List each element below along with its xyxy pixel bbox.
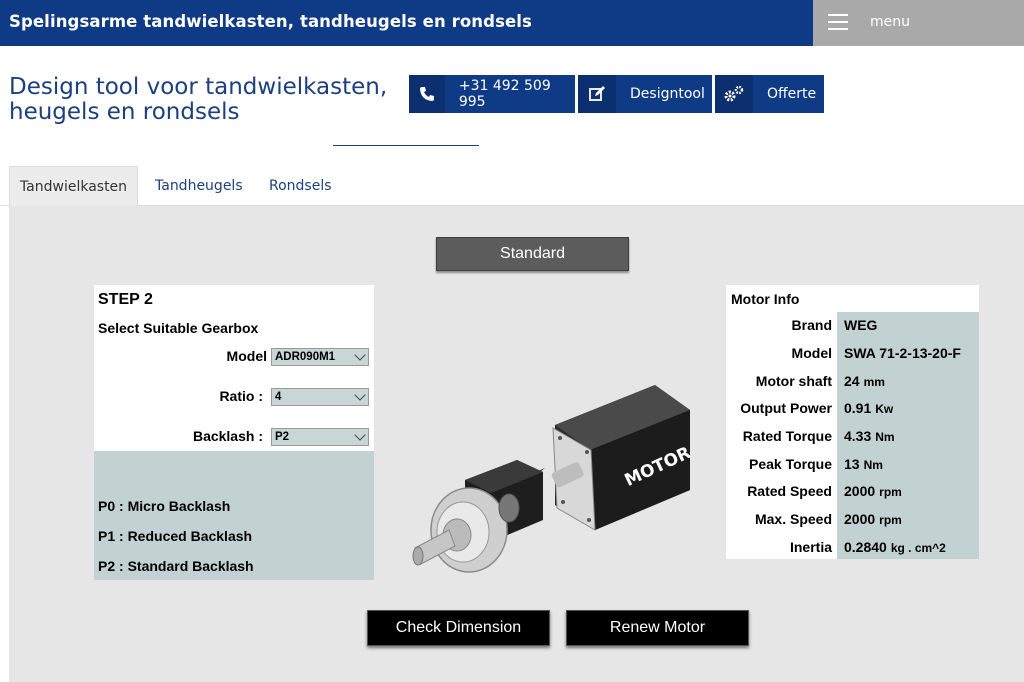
top-bar: Spelingsarme tandwielkasten, tandheugels…	[0, 0, 1024, 46]
model-label: Model	[226, 348, 267, 364]
hamburger-icon	[828, 14, 848, 30]
motor-info-unit: rpm	[879, 485, 902, 499]
backlash-label: Backlash :	[192, 428, 263, 444]
backlash-select-value: P2	[275, 431, 290, 443]
standard-button[interactable]: Standard	[436, 237, 629, 271]
chevron-down-icon	[354, 349, 366, 361]
tab-tandwielkasten[interactable]: Tandwielkasten	[9, 166, 138, 206]
ratio-label: Ratio :	[219, 388, 263, 404]
gearbox-motor-illustration: MOTOR	[405, 380, 705, 585]
motor-info-unit: Nm	[875, 430, 895, 444]
menu-label: menu	[870, 14, 910, 30]
page-title: Design tool voor tandwielkasten, heugels…	[9, 74, 388, 125]
offerte-label: Offerte	[767, 86, 817, 102]
chevron-down-icon	[354, 429, 366, 441]
motor-info-key: Max. Speed	[754, 511, 832, 527]
motor-info-value: 0.2840	[844, 539, 887, 555]
motor-info-key: Peak Torque	[749, 456, 832, 472]
motor-info-unit: Kw	[875, 402, 894, 416]
motor-info-row: Inertia 0.2840 kg . cm^2	[726, 534, 979, 561]
motor-info-key: Model	[791, 345, 832, 361]
step-subtitle: Select Suitable Gearbox	[98, 320, 259, 336]
motor-info-row: Rated Torque 4.33 Nm	[726, 423, 979, 450]
motor-info-value: 0.91	[844, 400, 872, 416]
tab-bar: Tandwielkasten Tandheugels Rondsels	[0, 166, 1024, 206]
step-title: STEP 2	[98, 291, 153, 308]
model-select-value: ADR090M1	[275, 351, 336, 363]
offerte-button[interactable]: Offerte	[715, 75, 824, 113]
motor-info-value: SWA 71-2-13-20-F	[844, 345, 961, 361]
model-select[interactable]: ADR090M1	[271, 348, 369, 366]
designtool-label: Designtool	[630, 86, 705, 102]
edit-icon	[578, 75, 616, 113]
renew-motor-button[interactable]: Renew Motor	[566, 610, 749, 646]
phone-icon	[409, 75, 445, 113]
motor-info-header: Motor Info	[731, 291, 800, 307]
motor-info-row: Brand WEG	[726, 312, 979, 339]
title-underline	[333, 145, 479, 146]
menu-button[interactable]: menu	[813, 0, 1024, 46]
motor-info-value: 13	[844, 456, 860, 472]
motor-info-row: Max. Speed 2000 rpm	[726, 506, 979, 533]
phone-label: +31 492 509 995	[458, 78, 551, 110]
chevron-down-icon	[354, 389, 366, 401]
check-dimension-button[interactable]: Check Dimension	[367, 610, 550, 646]
motor-info-value: 2000	[844, 483, 876, 499]
motor-info-table: Motor Info Brand WEG Model SWA 71-2-13-2…	[726, 285, 979, 559]
motor-info-key: Rated Speed	[747, 483, 832, 499]
phone-button[interactable]: +31 492 509 995	[409, 75, 575, 113]
motor-info-row: Peak Torque 13 Nm	[726, 451, 979, 478]
motor-info-unit: kg . cm^2	[890, 541, 946, 555]
motor-info-row: Output Power 0.91 Kw	[726, 395, 979, 422]
motor-info-value: 24	[844, 373, 860, 389]
motor-info-key: Motor shaft	[755, 373, 832, 389]
motor-info-unit: rpm	[879, 513, 902, 527]
motor-info-key: Rated Torque	[742, 428, 832, 444]
legend-p2: P2 : Standard Backlash	[98, 558, 254, 574]
motor-info-row: Rated Speed 2000 rpm	[726, 478, 979, 505]
ratio-select-value: 4	[275, 391, 282, 403]
motor-info-row: Model SWA 71-2-13-20-F	[726, 340, 979, 367]
designtool-button[interactable]: Designtool	[578, 75, 712, 113]
motor-info-key: Output Power	[740, 400, 832, 416]
backlash-select[interactable]: P2	[271, 428, 369, 446]
motor-info-value: 4.33	[844, 428, 872, 444]
legend-p1: P1 : Reduced Backlash	[98, 528, 253, 544]
motor-info-key: Inertia	[789, 539, 832, 555]
tab-rondsels[interactable]: Rondsels	[269, 166, 332, 206]
ratio-select[interactable]: 4	[271, 388, 369, 406]
motor-info-unit: mm	[863, 375, 885, 389]
legend-p0: P0 : Micro Backlash	[98, 498, 231, 514]
gears-icon	[715, 75, 753, 113]
tab-tandheugels[interactable]: Tandheugels	[155, 166, 243, 206]
motor-info-row: Motor shaft 24 mm	[726, 368, 979, 395]
motor-info-key: Brand	[791, 317, 832, 333]
motor-info-value: WEG	[844, 317, 878, 333]
motor-info-value: 2000	[844, 511, 876, 527]
step-panel: STEP 2 Select Suitable Gearbox Model ADR…	[94, 285, 374, 580]
motor-info-unit: Nm	[863, 458, 883, 472]
site-title[interactable]: Spelingsarme tandwielkasten, tandheugels…	[9, 12, 532, 31]
